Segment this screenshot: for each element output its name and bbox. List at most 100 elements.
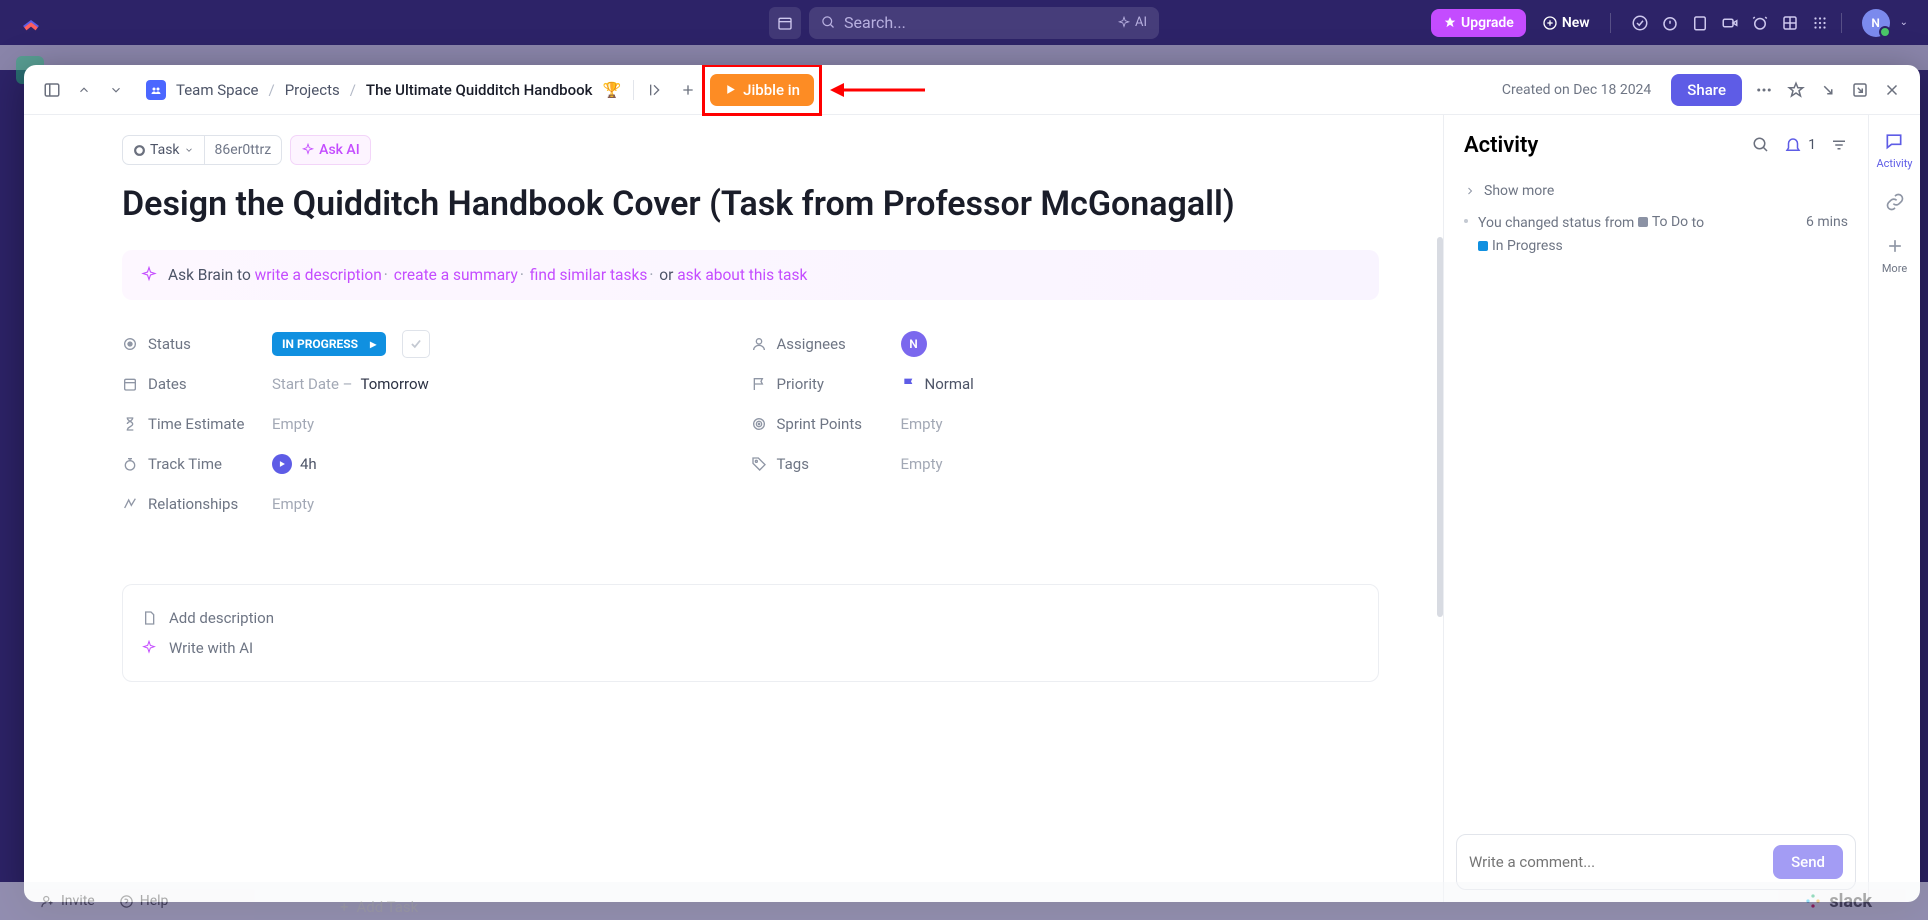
add-icon[interactable]: [678, 80, 698, 100]
bottom-bar: Invite Help slack: [0, 882, 1928, 920]
timer-icon[interactable]: [1661, 14, 1679, 32]
chevron-down-icon[interactable]: ⌄: [1900, 17, 1908, 28]
time-estimate-value[interactable]: Empty: [272, 415, 751, 433]
priority-value[interactable]: Normal: [901, 375, 1380, 393]
ask-brain-banner: Ask Brain to write a description· create…: [122, 250, 1379, 300]
add-description-button[interactable]: Add description: [141, 603, 1360, 633]
status-pill[interactable]: IN PROGRESS▸: [272, 332, 386, 356]
slack-icon: [1803, 891, 1823, 911]
track-time-value[interactable]: 4h: [272, 454, 751, 474]
description-box: Add description Write with AI: [122, 584, 1379, 682]
sparkle-icon: [141, 640, 157, 656]
move-task-icon[interactable]: [646, 80, 666, 100]
calendar-button[interactable]: [769, 7, 801, 39]
activity-pane: Activity 1 Show more You changed status …: [1443, 115, 1868, 902]
status-icon: [122, 336, 138, 352]
relationships-value[interactable]: Empty: [272, 495, 751, 513]
flag-icon: [751, 376, 767, 392]
help-button[interactable]: Help: [119, 893, 169, 909]
plus-circle-icon: [1542, 15, 1558, 31]
play-circle-icon: [272, 454, 292, 474]
upgrade-button[interactable]: Upgrade: [1431, 9, 1526, 37]
activity-item: You changed status from To Do to In Prog…: [1464, 211, 1848, 258]
app-topbar: Search... AI Upgrade New N ⌄: [0, 0, 1928, 45]
created-on-label: Created on Dec 18 2024: [1502, 82, 1651, 98]
tag-icon: [751, 456, 767, 472]
slack-badge[interactable]: slack: [1803, 891, 1872, 912]
scrollbar[interactable]: [1437, 237, 1443, 617]
search-placeholder: Search...: [844, 13, 906, 32]
task-type-chip[interactable]: Task: [122, 135, 205, 165]
ai-chip[interactable]: AI: [1117, 15, 1147, 30]
hourglass-icon: [122, 416, 138, 432]
breadcrumb: Team Space / Projects / The Ultimate Qui…: [146, 80, 621, 100]
record-icon: [133, 144, 146, 157]
write-with-ai-button[interactable]: Write with AI: [141, 633, 1360, 663]
add-task-row[interactable]: + Add Task: [340, 898, 418, 916]
write-description-link[interactable]: write a description: [255, 266, 382, 284]
activity-time: 6 mins: [1794, 211, 1848, 258]
send-button[interactable]: Send: [1773, 845, 1843, 879]
video-icon[interactable]: [1721, 14, 1739, 32]
relationships-icon: [122, 496, 138, 512]
status-complete-button[interactable]: [402, 330, 430, 358]
clickup-logo-icon[interactable]: [20, 12, 42, 34]
assignee-avatar: N: [901, 331, 927, 357]
document-icon: [141, 610, 157, 626]
sparkle-icon: [1117, 16, 1131, 30]
chevron-down-icon: [184, 145, 194, 155]
next-task-icon[interactable]: [106, 80, 126, 100]
create-summary-link[interactable]: create a summary: [394, 266, 518, 284]
rail-activity-tab[interactable]: Activity: [1876, 129, 1912, 170]
notepad-icon[interactable]: [1691, 14, 1709, 32]
apps-icon[interactable]: [1811, 14, 1829, 32]
check-circle-icon[interactable]: [1631, 14, 1649, 32]
rail-link-tab[interactable]: [1883, 190, 1907, 214]
sprint-points-value[interactable]: Empty: [901, 415, 1380, 433]
upgrade-icon: [1443, 16, 1457, 30]
show-more-button[interactable]: Show more: [1464, 183, 1848, 199]
sparkle-icon: [301, 143, 315, 157]
comment-input[interactable]: [1469, 853, 1773, 871]
dates-value[interactable]: Start Date – Tomorrow: [272, 375, 751, 393]
bell-icon[interactable]: [1784, 136, 1802, 154]
user-avatar[interactable]: N: [1862, 9, 1890, 37]
minimize-icon[interactable]: [1818, 80, 1838, 100]
ask-about-task-link[interactable]: ask about this task: [677, 266, 807, 284]
tags-value[interactable]: Empty: [901, 455, 1380, 473]
breadcrumb-current[interactable]: The Ultimate Quidditch Handbook: [366, 81, 593, 99]
activity-title: Activity: [1464, 133, 1738, 158]
filter-icon[interactable]: [1830, 136, 1848, 154]
more-menu-icon[interactable]: [1754, 80, 1774, 100]
ask-ai-button[interactable]: Ask AI: [290, 135, 371, 165]
assignees-value[interactable]: N: [901, 331, 1380, 357]
favorite-star-icon[interactable]: [1786, 80, 1806, 100]
expand-icon[interactable]: [1850, 80, 1870, 100]
grid-icon[interactable]: [1781, 14, 1799, 32]
task-id-chip[interactable]: 86er0ttrz: [205, 135, 283, 165]
side-rail: Activity More: [1868, 115, 1920, 902]
brain-icon: [140, 266, 158, 284]
global-search[interactable]: Search... AI: [809, 7, 1159, 39]
task-title[interactable]: Design the Quidditch Handbook Cover (Tas…: [122, 183, 1379, 226]
modal-header: Team Space / Projects / The Ultimate Qui…: [24, 65, 1920, 115]
share-button[interactable]: Share: [1671, 74, 1742, 106]
find-similar-link[interactable]: find similar tasks: [530, 266, 648, 284]
jibble-in-button[interactable]: Jibble in: [710, 74, 814, 106]
space-icon: [146, 80, 166, 100]
notification-count: 1: [1808, 137, 1816, 153]
alarm-icon[interactable]: [1751, 14, 1769, 32]
breadcrumb-space[interactable]: Team Space: [176, 81, 259, 99]
prev-task-icon[interactable]: [74, 80, 94, 100]
rail-more-tab[interactable]: More: [1882, 234, 1907, 275]
invite-button[interactable]: Invite: [40, 893, 95, 909]
breadcrumb-projects[interactable]: Projects: [285, 81, 340, 99]
chevron-right-icon: [1464, 185, 1476, 197]
sidebar-toggle-icon[interactable]: [42, 80, 62, 100]
search-icon[interactable]: [1752, 136, 1770, 154]
plus-icon: [1885, 236, 1905, 256]
person-icon: [751, 336, 767, 352]
task-main-pane: Task 86er0ttrz Ask AI Design the Quiddit…: [24, 115, 1443, 902]
close-icon[interactable]: [1882, 80, 1902, 100]
new-button[interactable]: New: [1534, 9, 1598, 37]
